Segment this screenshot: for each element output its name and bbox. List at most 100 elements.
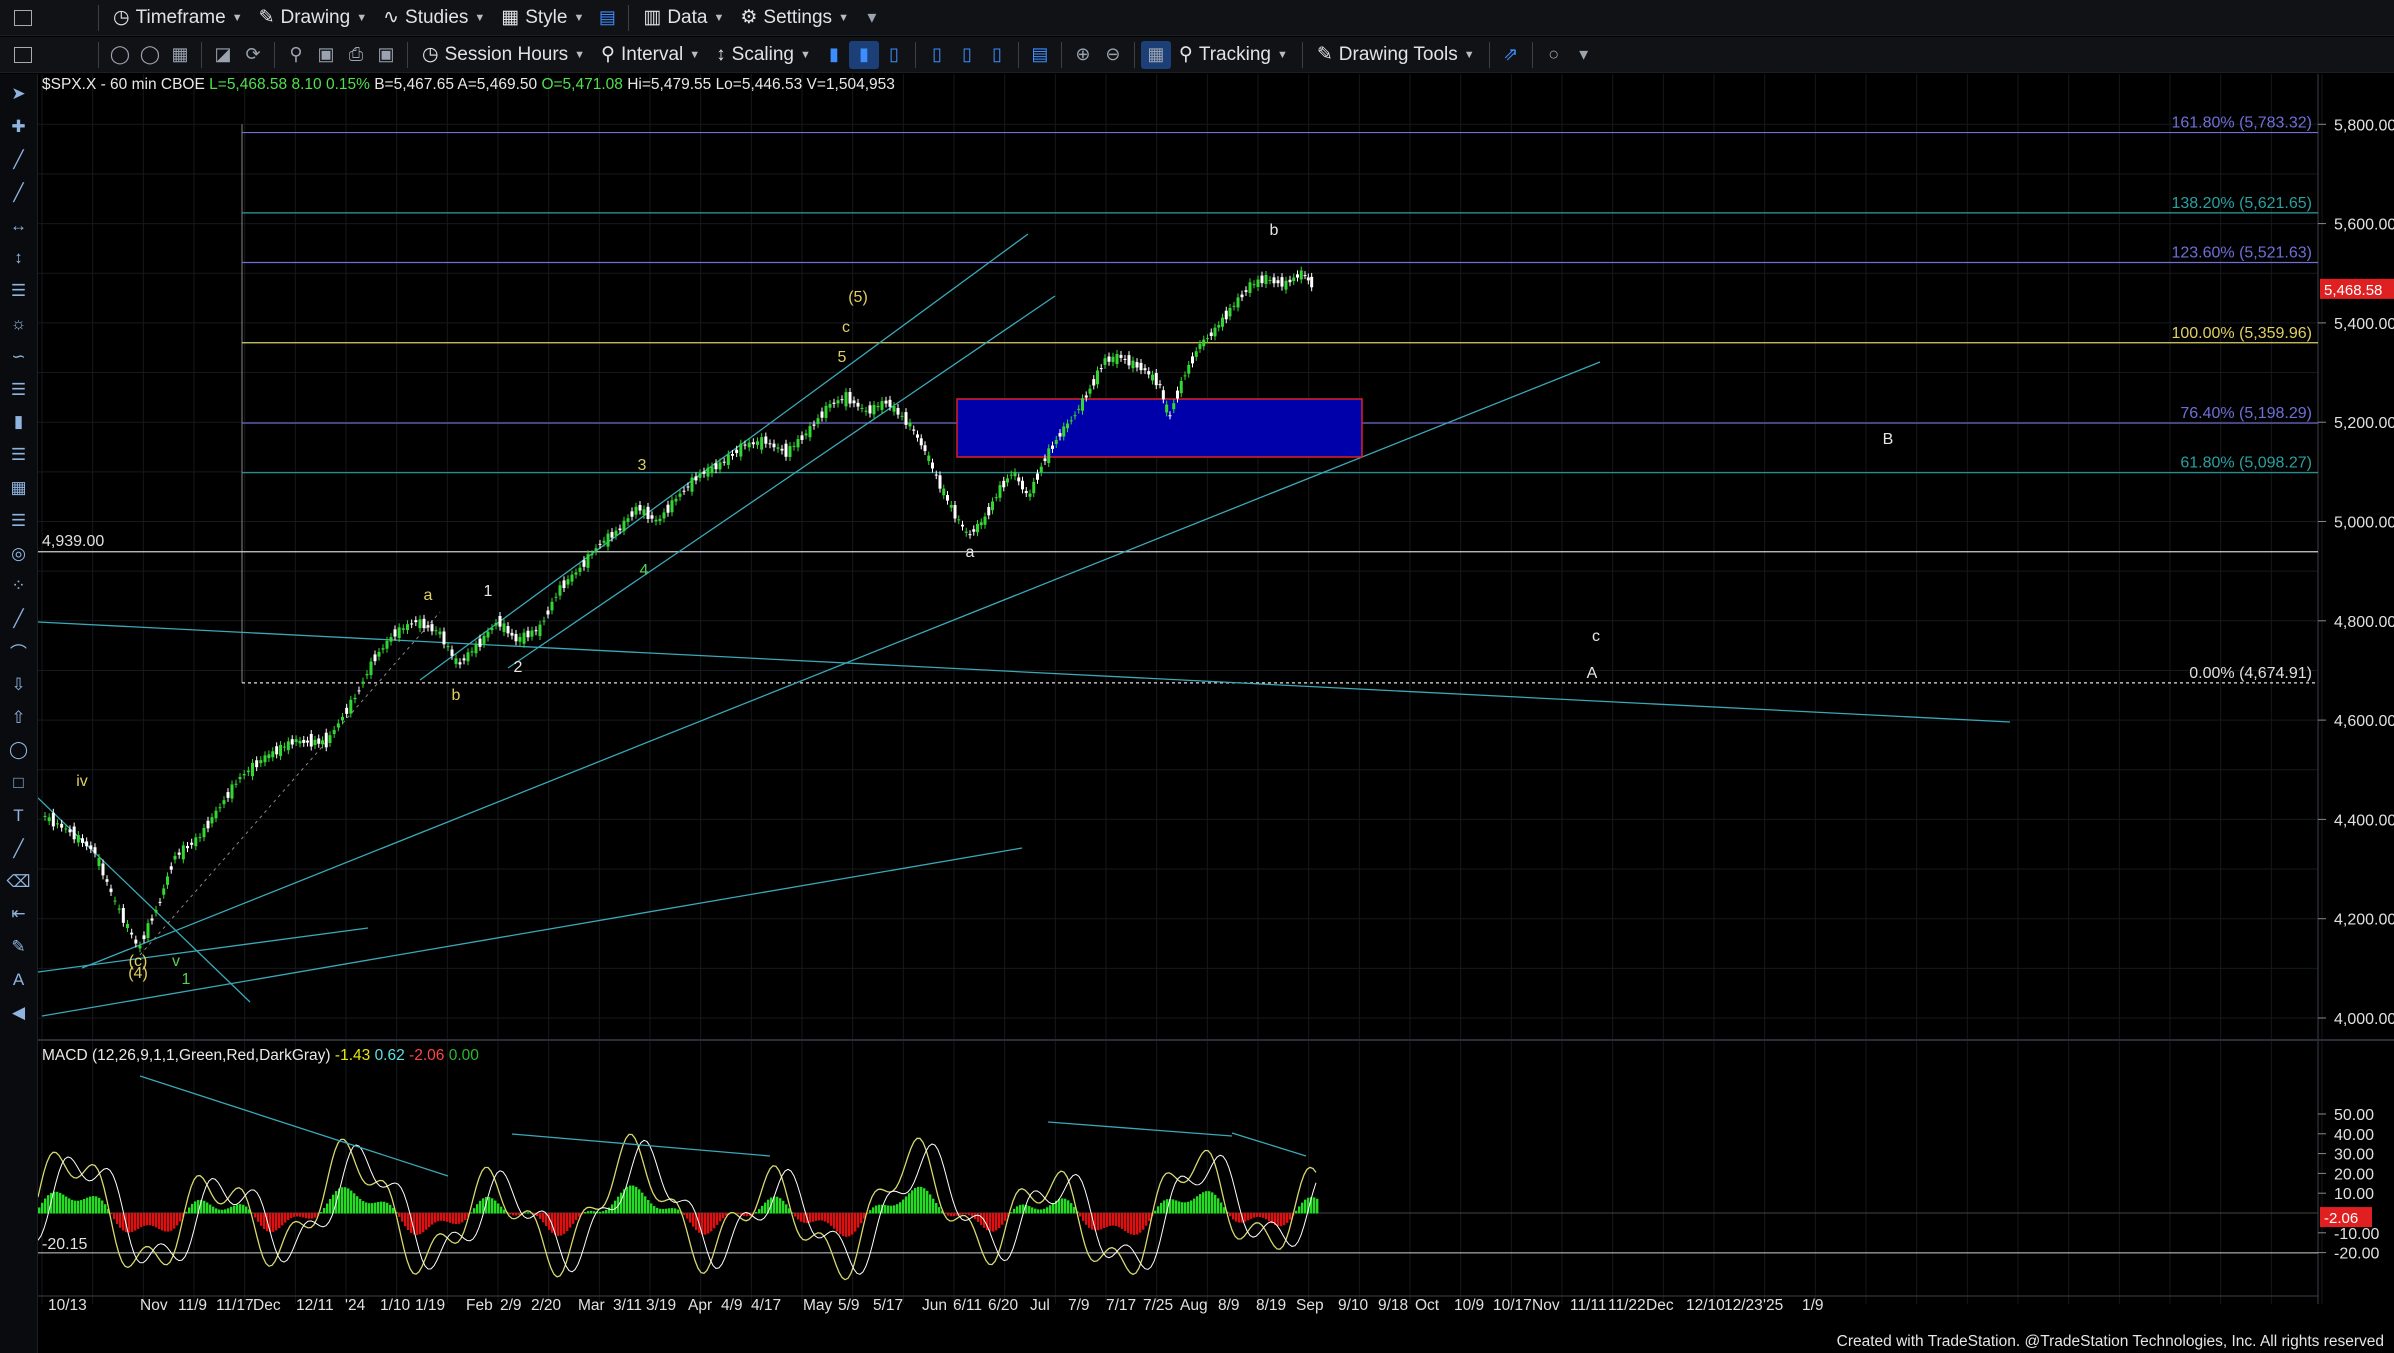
candle-body — [313, 739, 317, 746]
export-icon[interactable]: ⇗ — [1496, 41, 1526, 69]
chevron-down-icon: ▼ — [689, 48, 701, 61]
candle-body — [298, 740, 302, 744]
ohlc-icon[interactable]: ▯ — [879, 41, 909, 69]
macd-histogram-bar — [203, 1200, 206, 1214]
toolbar-separator — [628, 4, 630, 31]
arrow-down-icon[interactable]: ⇩ — [2, 668, 36, 701]
candle-body — [919, 438, 923, 446]
fib-extension-icon[interactable]: ▦ — [2, 472, 36, 505]
data-menu[interactable]: ▥ Data ▼ — [635, 3, 732, 33]
bar-style-icon[interactable]: ▮ — [848, 40, 879, 69]
tracking-menu[interactable]: ⚲ Tracking ▼ — [1171, 40, 1296, 70]
macd-histogram-bar — [98, 1197, 101, 1214]
candle-body — [722, 461, 726, 463]
macd-histogram-bar — [1031, 1207, 1034, 1214]
fib-icon[interactable]: ☰ — [2, 439, 36, 472]
candle-body — [1165, 404, 1169, 413]
curve-icon[interactable]: ∽ — [2, 340, 36, 373]
macd-histogram-bar — [89, 1196, 92, 1214]
zoom-out-icon[interactable]: ⊖ — [1098, 41, 1128, 69]
macd-histogram-bar — [1262, 1213, 1265, 1218]
arrow-up-icon[interactable]: ⇧ — [2, 701, 36, 734]
eraser-icon[interactable]: ⌫ — [2, 865, 36, 898]
interval-menu[interactable]: ⚲ Interval ▼ — [593, 40, 708, 70]
candle-body — [1147, 371, 1151, 375]
arc-icon[interactable]: ⌒ — [2, 636, 36, 669]
macd-histogram-bar — [473, 1208, 476, 1214]
macd-histogram-bar — [380, 1201, 383, 1214]
text-icon[interactable]: T — [2, 800, 36, 833]
price-tick-label: 5,400.00 — [2334, 316, 2394, 333]
andrews-icon[interactable]: ╱ — [2, 603, 36, 636]
layout-icon[interactable]: ▤ — [592, 4, 622, 32]
chat-icon[interactable]: ○ — [1539, 41, 1569, 69]
candle-body — [353, 697, 357, 700]
channel-icon[interactable]: ☰ — [2, 373, 36, 406]
pointer-icon[interactable]: ➤ — [2, 78, 36, 111]
expand-icon[interactable]: ▯ — [982, 41, 1012, 69]
dotted-trendline — [139, 611, 441, 956]
macd-histogram-bar — [1136, 1213, 1139, 1235]
parallel-lines-icon[interactable]: ☰ — [2, 275, 36, 308]
session-hours-menu[interactable]: ◷ Session Hours ▼ — [414, 40, 593, 70]
link-icon[interactable]: ◯ — [105, 41, 135, 69]
macd-histogram-bar — [188, 1207, 191, 1214]
extend-left-icon[interactable]: ⇤ — [2, 898, 36, 931]
candle-icon[interactable]: ▮ — [819, 41, 849, 69]
drawing-menu[interactable]: ✎ Drawing ▼ — [251, 3, 376, 33]
rectangle-icon[interactable]: □ — [2, 767, 36, 800]
gann-icon[interactable]: ◎ — [2, 537, 36, 570]
style-menu[interactable]: ▦ Style ▼ — [493, 3, 592, 33]
speed-lines-icon[interactable]: ☼ — [2, 308, 36, 341]
lines-icon[interactable]: ☰ — [2, 504, 36, 537]
candle-body — [1202, 339, 1206, 347]
chart-area[interactable]: 5,800.00 5,600.00 5,400.00 5,200.00 5,000.00… — [38, 74, 2394, 1339]
save-icon[interactable]: ▣ — [311, 41, 341, 69]
vertical-line-icon[interactable]: ↕ — [2, 242, 36, 275]
price-chart[interactable]: 5,800.00 5,600.00 5,400.00 5,200.00 5,000.00… — [38, 74, 2394, 1339]
snapshot-icon[interactable]: ▣ — [371, 41, 401, 69]
macd-histogram-bar — [938, 1207, 941, 1214]
highlighter-icon[interactable]: ✎ — [2, 931, 36, 964]
zoom-bars-icon[interactable]: ▯ — [922, 41, 952, 69]
collapse-icon[interactable]: ◀ — [2, 996, 36, 1029]
window-icon[interactable] — [8, 41, 38, 69]
candle-body — [418, 619, 422, 629]
grid-icon[interactable]: ▦ — [165, 41, 195, 69]
overflow-icon[interactable]: ▾ — [857, 4, 887, 32]
trendline-icon[interactable]: ╱ — [2, 144, 36, 177]
drawing-tools-menu[interactable]: ✎ Drawing Tools ▼ — [1309, 40, 1483, 70]
macd-histogram-bar — [305, 1213, 308, 1219]
overflow-icon[interactable]: ▾ — [1569, 41, 1599, 69]
dots-icon[interactable]: ⁘ — [2, 570, 36, 603]
link2-icon[interactable]: ◯ — [135, 41, 165, 69]
split-icon[interactable]: ▤ — [1025, 41, 1055, 69]
refresh-icon[interactable]: ⟳ — [238, 41, 268, 69]
settings-menu[interactable]: ⚙ Settings ▼ — [732, 3, 857, 33]
candle-body — [1024, 491, 1028, 494]
new-chart-icon[interactable]: ◪ — [208, 41, 238, 69]
zoom-in-icon[interactable]: ⊕ — [1068, 41, 1098, 69]
toolbar-separator — [1133, 41, 1135, 68]
studies-menu[interactable]: ∿ Studies ▼ — [375, 3, 493, 33]
text-label-icon[interactable]: A — [2, 964, 36, 997]
vertical-bars-icon[interactable]: ▮ — [2, 406, 36, 439]
ellipse-icon[interactable]: ◯ — [2, 734, 36, 767]
macd-histogram-bar — [227, 1208, 230, 1214]
scaling-menu[interactable]: ↕ Scaling ▼ — [708, 40, 819, 70]
crosshair-icon[interactable]: ✚ — [2, 111, 36, 144]
print-icon[interactable]: ⎙ — [341, 41, 371, 69]
drawing-tools-label: Drawing Tools — [1338, 43, 1458, 65]
macd-histogram-bar — [437, 1213, 440, 1222]
compress-icon[interactable]: ▯ — [952, 41, 982, 69]
horizontal-range-icon[interactable]: ↔ — [2, 209, 36, 242]
crosshair-grid-icon[interactable]: ▦ — [1140, 40, 1171, 69]
timeframe-menu[interactable]: ◷ Timeframe ▼ — [105, 3, 251, 33]
ray-icon[interactable]: ╱ — [2, 176, 36, 209]
line-icon[interactable]: ╱ — [2, 832, 36, 865]
candle-body — [1299, 270, 1303, 280]
candle-body — [1131, 360, 1135, 369]
window-icon[interactable] — [8, 4, 38, 32]
search-symbol-icon[interactable]: ⚲ — [281, 41, 311, 69]
macd-histogram-bar — [566, 1213, 569, 1232]
